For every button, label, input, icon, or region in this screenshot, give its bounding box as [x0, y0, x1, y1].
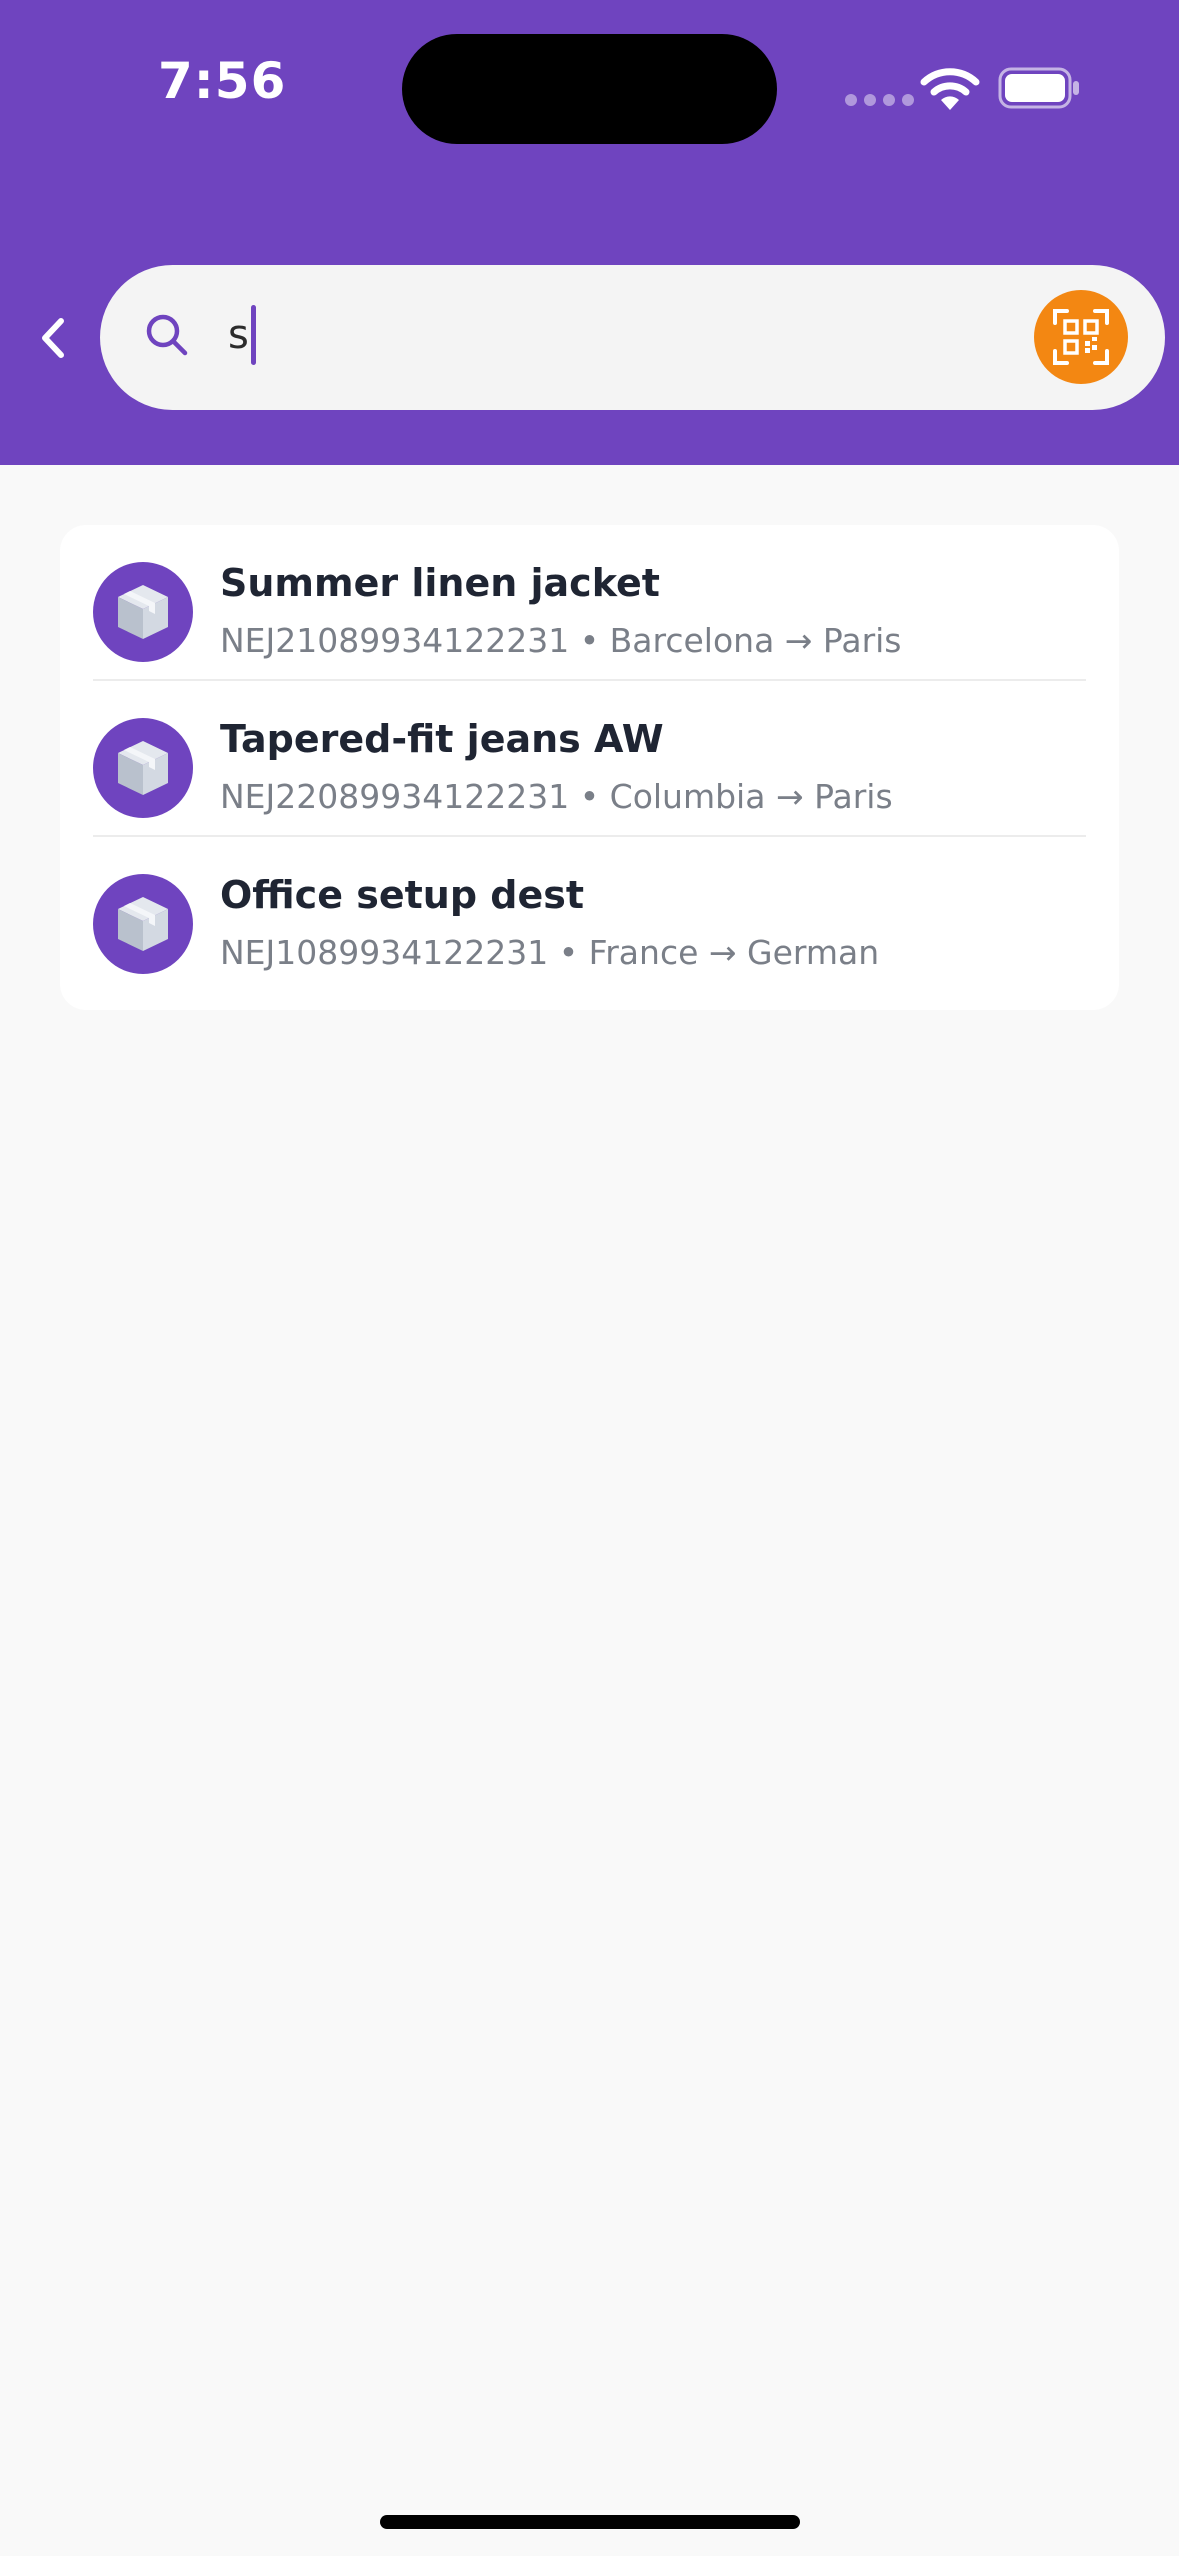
package-box-icon	[118, 585, 168, 639]
search-icon	[146, 314, 188, 356]
qr-scan-icon	[1053, 309, 1109, 365]
search-input[interactable]: s	[228, 305, 256, 365]
item-title: Office setup dest	[220, 873, 585, 917]
item-subtitle: NEJ1089934122231 • France → German	[220, 933, 880, 972]
search-bar[interactable]	[100, 265, 1165, 410]
text-caret	[250, 305, 256, 365]
search-results-list: Summer linen jacket NEJ21089934122231 • …	[60, 525, 1119, 1010]
header-bar: 7:56 s	[0, 0, 1179, 465]
package-avatar	[93, 562, 193, 662]
qr-scan-button[interactable]	[1034, 290, 1128, 384]
item-title: Summer linen jacket	[220, 561, 660, 605]
package-box-icon	[118, 897, 168, 951]
wifi-icon	[920, 68, 980, 110]
search-input-value: s	[228, 312, 249, 358]
package-avatar	[93, 718, 193, 818]
list-item[interactable]: Summer linen jacket NEJ21089934122231 • …	[93, 525, 1086, 681]
dynamic-island	[402, 34, 777, 144]
signal-dots-icon	[845, 94, 914, 106]
chevron-left-icon	[42, 318, 64, 358]
list-item[interactable]: Office setup dest NEJ1089934122231 • Fra…	[93, 837, 1086, 993]
item-subtitle: NEJ22089934122231 • Columbia → Paris	[220, 777, 893, 816]
status-time: 7:56	[158, 52, 287, 110]
home-indicator[interactable]	[380, 2515, 800, 2529]
back-button[interactable]	[30, 310, 76, 366]
item-subtitle: NEJ21089934122231 • Barcelona → Paris	[220, 621, 902, 660]
battery-icon	[998, 67, 1079, 109]
item-title: Tapered-fit jeans AW	[220, 717, 664, 761]
package-avatar	[93, 874, 193, 974]
list-item[interactable]: Tapered-fit jeans AW NEJ22089934122231 •…	[93, 681, 1086, 837]
package-box-icon	[118, 741, 168, 795]
